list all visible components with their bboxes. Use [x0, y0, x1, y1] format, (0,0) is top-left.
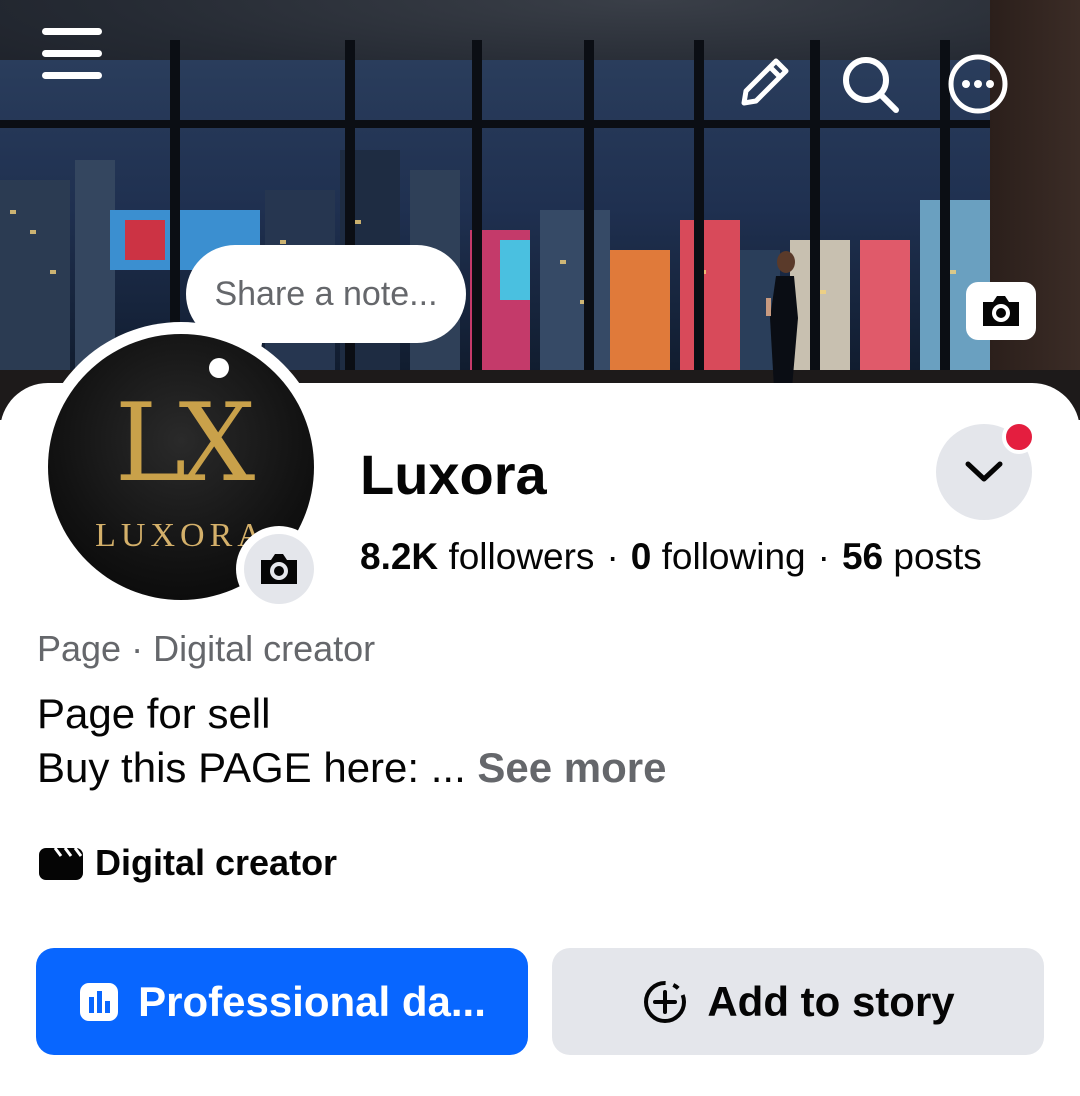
add-to-story-label: Add to story: [707, 977, 955, 1025]
profile-stats: 8.2K followers · 0 following · 56 posts: [360, 536, 982, 578]
menu-icon[interactable]: [38, 22, 106, 86]
stats-separator: ·: [606, 536, 619, 577]
add-to-story-button[interactable]: Add to story: [552, 948, 1044, 1055]
bio-line-2: Buy this PAGE here: ... See more: [37, 744, 667, 792]
posts-count[interactable]: 56: [842, 536, 883, 577]
following-label[interactable]: following: [662, 536, 806, 577]
avatar-camera-button[interactable]: [236, 526, 322, 612]
cover-person-silhouette: [766, 251, 798, 388]
bio-line-2-text: Buy this PAGE here: ...: [37, 744, 478, 791]
followers-count[interactable]: 8.2K: [360, 536, 438, 577]
logo-monogram: LX: [114, 381, 256, 506]
notification-badge: [1002, 420, 1036, 454]
window-frame: [472, 40, 482, 390]
page-category: Page · Digital creator: [37, 628, 376, 669]
window-frame: [694, 40, 704, 390]
cover-camera-icon[interactable]: [966, 282, 1036, 340]
professional-dashboard-label: Professional da...: [138, 977, 486, 1025]
camera-icon: [261, 554, 297, 584]
stats-separator: ·: [817, 536, 830, 577]
dashboard-icon: [80, 982, 119, 1021]
add-story-icon: [644, 980, 687, 1023]
note-bubble-tail-dot: [209, 358, 229, 378]
clapperboard-icon: [39, 847, 83, 880]
chevron-down-icon: [965, 461, 1003, 482]
window-frame: [584, 40, 594, 390]
window-frame: [810, 40, 820, 390]
creator-category-row: Digital creator: [37, 838, 337, 888]
following-count[interactable]: 0: [631, 536, 652, 577]
share-note-placeholder: Share a note...: [214, 274, 438, 313]
creator-label: Digital creator: [95, 842, 338, 883]
more-options-icon[interactable]: [946, 52, 1010, 116]
see-more-link[interactable]: See more: [477, 744, 666, 791]
bio-line-1: Page for sell: [37, 690, 271, 737]
posts-label[interactable]: posts: [893, 536, 981, 577]
professional-dashboard-button[interactable]: Professional da...: [36, 948, 528, 1055]
profile-name: Luxora: [360, 443, 547, 506]
window-frame: [0, 120, 1000, 128]
edit-icon[interactable]: [732, 56, 794, 112]
search-icon[interactable]: [838, 52, 902, 116]
share-note-bubble[interactable]: Share a note...: [186, 245, 466, 343]
followers-label[interactable]: followers: [448, 536, 594, 577]
